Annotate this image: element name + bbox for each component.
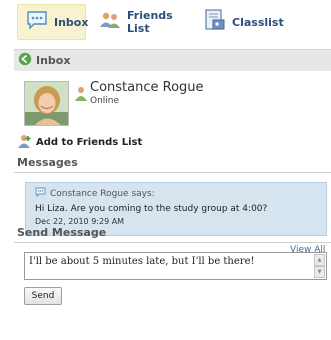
add-to-friends-link[interactable]: Add to Friends List — [18, 133, 142, 152]
scroll-up-icon[interactable]: ▲ — [314, 254, 325, 266]
send-message-title: Send Message — [17, 226, 107, 239]
message-date: Dec 22, 2010 9:29 AM — [35, 217, 125, 226]
send-button[interactable]: Send — [24, 287, 62, 305]
tab-inbox-label: Inbox — [54, 15, 89, 29]
contact-name: Constance Rogue — [90, 80, 204, 95]
add-friend-icon — [18, 133, 32, 152]
add-friend-label: Add to Friends List — [36, 137, 143, 148]
tab-classlist[interactable]: Classlist — [200, 4, 310, 40]
send-message-divider — [14, 242, 331, 243]
online-user-icon — [74, 86, 88, 106]
back-arrow-icon[interactable] — [18, 51, 32, 70]
tab-bar: Inbox Friends List Classlist — [0, 0, 331, 44]
avatar — [24, 81, 69, 126]
message-input-scrollbar[interactable]: ▲ ▼ — [314, 254, 325, 278]
classlist-icon — [204, 8, 226, 36]
tab-classlist-label: Classlist — [232, 15, 284, 29]
tab-inbox[interactable]: Inbox — [17, 4, 89, 40]
contact-status: Online — [90, 96, 120, 106]
inbox-header: Inbox — [14, 49, 331, 71]
chat-bubble-icon — [26, 10, 48, 34]
message-input-text: I'll be about 5 minutes late, but I'll b… — [29, 256, 255, 267]
messages-divider — [14, 172, 331, 173]
scroll-down-icon[interactable]: ▼ — [314, 266, 325, 278]
tab-friends-list[interactable]: Friends List — [95, 4, 195, 40]
message-header: Constance Rogue says: — [35, 187, 326, 200]
message-input[interactable]: I'll be about 5 minutes late, but I'll b… — [24, 252, 327, 280]
inbox-pane: Inbox Constance Rogue Online Add to Frie… — [14, 44, 331, 340]
tab-friends-label: Friends List — [127, 9, 173, 35]
messages-title: Messages — [17, 156, 78, 169]
friends-icon — [99, 10, 121, 34]
message-sender: Constance Rogue says: — [50, 188, 155, 199]
message-text: Hi Liza. Are you coming to the study gro… — [35, 204, 268, 214]
inbox-title: Inbox — [36, 54, 71, 67]
chat-bubble-icon — [35, 187, 46, 200]
